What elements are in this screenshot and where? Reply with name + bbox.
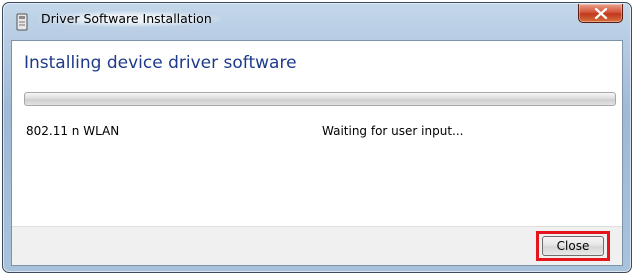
window-title: Driver Software Installation [39,11,220,27]
title-bar[interactable]: Driver Software Installation [3,3,631,37]
dialog-footer: Close [12,226,622,265]
device-name: 802.11 n WLAN [26,124,120,138]
window-close-button[interactable] [578,4,623,23]
installer-icon [15,13,29,31]
progress-bar [24,92,616,106]
device-status: Waiting for user input... [322,124,464,138]
page-title: Installing device driver software [24,53,297,73]
close-button[interactable]: Close [542,236,604,256]
dialog-window: Driver Software Installation Installing … [2,2,632,273]
close-button-highlight: Close [536,231,610,261]
dialog-body: Installing device driver software 802.11… [11,40,623,266]
